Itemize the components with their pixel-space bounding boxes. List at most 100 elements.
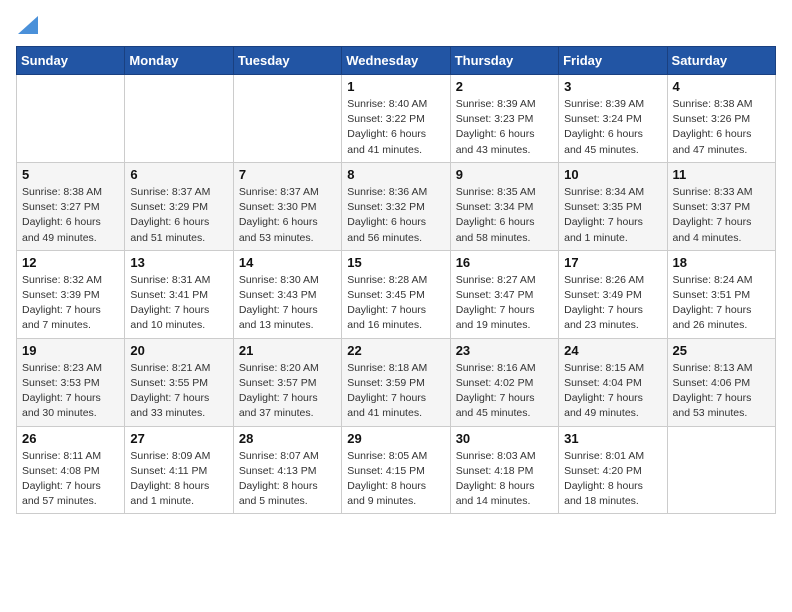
calendar-cell: 19Sunrise: 8:23 AM Sunset: 3:53 PM Dayli… — [17, 338, 125, 426]
day-number: 6 — [130, 167, 227, 182]
calendar-cell: 5Sunrise: 8:38 AM Sunset: 3:27 PM Daylig… — [17, 162, 125, 250]
day-info: Sunrise: 8:31 AM Sunset: 3:41 PM Dayligh… — [130, 273, 227, 334]
day-info: Sunrise: 8:37 AM Sunset: 3:29 PM Dayligh… — [130, 185, 227, 246]
day-of-week-header: Saturday — [667, 47, 775, 75]
day-info: Sunrise: 8:07 AM Sunset: 4:13 PM Dayligh… — [239, 449, 336, 510]
calendar-header-row: SundayMondayTuesdayWednesdayThursdayFrid… — [17, 47, 776, 75]
day-info: Sunrise: 8:28 AM Sunset: 3:45 PM Dayligh… — [347, 273, 444, 334]
calendar-cell — [667, 426, 775, 514]
calendar-cell — [233, 75, 341, 163]
day-info: Sunrise: 8:05 AM Sunset: 4:15 PM Dayligh… — [347, 449, 444, 510]
calendar-cell: 24 Sunrise: 8:15 AM Sunset: 4:04 PM Dayli… — [559, 338, 667, 426]
day-info: Sunrise: 8:39 AM Sunset: 3:23 PM Dayligh… — [456, 97, 553, 158]
day-number: 8 — [347, 167, 444, 182]
day-number: 10 — [564, 167, 661, 182]
day-info: Sunrise: 8:03 AM Sunset: 4:18 PM Dayligh… — [456, 449, 553, 510]
calendar-cell: 1 Sunrise: 8:40 AM Sunset: 3:22 PM Daylig… — [342, 75, 450, 163]
day-number: 31 — [564, 431, 661, 446]
calendar-cell: 8 Sunrise: 8:36 AM Sunset: 3:32 PM Daylig… — [342, 162, 450, 250]
calendar-cell: 25 Sunrise: 8:13 AM Sunset: 4:06 PM Dayli… — [667, 338, 775, 426]
day-number: 25 — [673, 343, 770, 358]
day-of-week-header: Friday — [559, 47, 667, 75]
day-info: Sunrise: 8:11 AM Sunset: 4:08 PM Dayligh… — [22, 449, 119, 510]
calendar-week-row: 12 Sunrise: 8:32 AM Sunset: 3:39 PM Dayli… — [17, 250, 776, 338]
calendar-cell: 9 Sunrise: 8:35 AM Sunset: 3:34 PM Daylig… — [450, 162, 558, 250]
day-info: Sunrise: 8:34 AM Sunset: 3:35 PM Dayligh… — [564, 185, 661, 246]
calendar-cell: 21 Sunrise: 8:20 AM Sunset: 3:57 PM Dayli… — [233, 338, 341, 426]
calendar-cell: 3 Sunrise: 8:39 AM Sunset: 3:24 PM Daylig… — [559, 75, 667, 163]
calendar-cell: 4 Sunrise: 8:38 AM Sunset: 3:26 PM Daylig… — [667, 75, 775, 163]
day-info: Sunrise: 8:23 AM Sunset: 3:53 PM Dayligh… — [22, 361, 119, 422]
day-number: 11 — [673, 167, 770, 182]
day-number: 20 — [130, 343, 227, 358]
day-number: 14 — [239, 255, 336, 270]
calendar-cell: 11 Sunrise: 8:33 AM Sunset: 3:37 PM Dayli… — [667, 162, 775, 250]
calendar-cell: 26 Sunrise: 8:11 AM Sunset: 4:08 PM Dayli… — [17, 426, 125, 514]
day-number: 21 — [239, 343, 336, 358]
day-info: Sunrise: 8:24 AM Sunset: 3:51 PM Dayligh… — [673, 273, 770, 334]
day-info: Sunrise: 8:13 AM Sunset: 4:06 PM Dayligh… — [673, 361, 770, 422]
day-info: Sunrise: 8:09 AM Sunset: 4:11 PM Dayligh… — [130, 449, 227, 510]
day-number: 22 — [347, 343, 444, 358]
calendar-cell: 6 Sunrise: 8:37 AM Sunset: 3:29 PM Daylig… — [125, 162, 233, 250]
day-info: Sunrise: 8:01 AM Sunset: 4:20 PM Dayligh… — [564, 449, 661, 510]
calendar-cell: 28 Sunrise: 8:07 AM Sunset: 4:13 PM Dayli… — [233, 426, 341, 514]
calendar-cell: 31 Sunrise: 8:01 AM Sunset: 4:20 PM Dayli… — [559, 426, 667, 514]
day-of-week-header: Tuesday — [233, 47, 341, 75]
calendar-week-row: 26 Sunrise: 8:11 AM Sunset: 4:08 PM Dayli… — [17, 426, 776, 514]
day-number: 17 — [564, 255, 661, 270]
day-info: Sunrise: 8:27 AM Sunset: 3:47 PM Dayligh… — [456, 273, 553, 334]
calendar-cell: 14 Sunrise: 8:30 AM Sunset: 3:43 PM Dayli… — [233, 250, 341, 338]
day-number: 7 — [239, 167, 336, 182]
day-info: Sunrise: 8:18 AM Sunset: 3:59 PM Dayligh… — [347, 361, 444, 422]
calendar-cell: 22 Sunrise: 8:18 AM Sunset: 3:59 PM Dayli… — [342, 338, 450, 426]
day-info: Sunrise: 8:38 AM Sunset: 3:27 PM Dayligh… — [22, 185, 119, 246]
day-number: 2 — [456, 79, 553, 94]
calendar-cell: 29 Sunrise: 8:05 AM Sunset: 4:15 PM Dayli… — [342, 426, 450, 514]
calendar-cell: 12 Sunrise: 8:32 AM Sunset: 3:39 PM Dayli… — [17, 250, 125, 338]
day-number: 28 — [239, 431, 336, 446]
logo-triangle-icon — [18, 16, 38, 34]
day-number: 1 — [347, 79, 444, 94]
day-info: Sunrise: 8:39 AM Sunset: 3:24 PM Dayligh… — [564, 97, 661, 158]
day-number: 3 — [564, 79, 661, 94]
calendar-week-row: 5Sunrise: 8:38 AM Sunset: 3:27 PM Daylig… — [17, 162, 776, 250]
day-info: Sunrise: 8:40 AM Sunset: 3:22 PM Dayligh… — [347, 97, 444, 158]
day-number: 30 — [456, 431, 553, 446]
day-number: 12 — [22, 255, 119, 270]
calendar-cell: 27 Sunrise: 8:09 AM Sunset: 4:11 PM Dayli… — [125, 426, 233, 514]
day-info: Sunrise: 8:30 AM Sunset: 3:43 PM Dayligh… — [239, 273, 336, 334]
day-of-week-header: Sunday — [17, 47, 125, 75]
calendar-cell: 10 Sunrise: 8:34 AM Sunset: 3:35 PM Dayli… — [559, 162, 667, 250]
page-header — [16, 16, 776, 36]
day-info: Sunrise: 8:32 AM Sunset: 3:39 PM Dayligh… — [22, 273, 119, 334]
day-info: Sunrise: 8:35 AM Sunset: 3:34 PM Dayligh… — [456, 185, 553, 246]
day-number: 27 — [130, 431, 227, 446]
day-number: 23 — [456, 343, 553, 358]
day-info: Sunrise: 8:37 AM Sunset: 3:30 PM Dayligh… — [239, 185, 336, 246]
day-number: 9 — [456, 167, 553, 182]
calendar-body: 1 Sunrise: 8:40 AM Sunset: 3:22 PM Daylig… — [17, 75, 776, 514]
day-info: Sunrise: 8:38 AM Sunset: 3:26 PM Dayligh… — [673, 97, 770, 158]
calendar-week-row: 19Sunrise: 8:23 AM Sunset: 3:53 PM Dayli… — [17, 338, 776, 426]
day-number: 24 — [564, 343, 661, 358]
day-info: Sunrise: 8:33 AM Sunset: 3:37 PM Dayligh… — [673, 185, 770, 246]
day-number: 16 — [456, 255, 553, 270]
calendar-cell: 23Sunrise: 8:16 AM Sunset: 4:02 PM Dayli… — [450, 338, 558, 426]
day-number: 18 — [673, 255, 770, 270]
day-of-week-header: Monday — [125, 47, 233, 75]
day-info: Sunrise: 8:15 AM Sunset: 4:04 PM Dayligh… — [564, 361, 661, 422]
day-info: Sunrise: 8:20 AM Sunset: 3:57 PM Dayligh… — [239, 361, 336, 422]
day-number: 4 — [673, 79, 770, 94]
calendar-table: SundayMondayTuesdayWednesdayThursdayFrid… — [16, 46, 776, 514]
day-info: Sunrise: 8:26 AM Sunset: 3:49 PM Dayligh… — [564, 273, 661, 334]
calendar-cell: 16 Sunrise: 8:27 AM Sunset: 3:47 PM Dayli… — [450, 250, 558, 338]
day-of-week-header: Thursday — [450, 47, 558, 75]
day-number: 29 — [347, 431, 444, 446]
day-number: 26 — [22, 431, 119, 446]
day-info: Sunrise: 8:36 AM Sunset: 3:32 PM Dayligh… — [347, 185, 444, 246]
calendar-week-row: 1 Sunrise: 8:40 AM Sunset: 3:22 PM Daylig… — [17, 75, 776, 163]
calendar-cell: 20Sunrise: 8:21 AM Sunset: 3:55 PM Dayli… — [125, 338, 233, 426]
calendar-cell — [125, 75, 233, 163]
day-number: 13 — [130, 255, 227, 270]
